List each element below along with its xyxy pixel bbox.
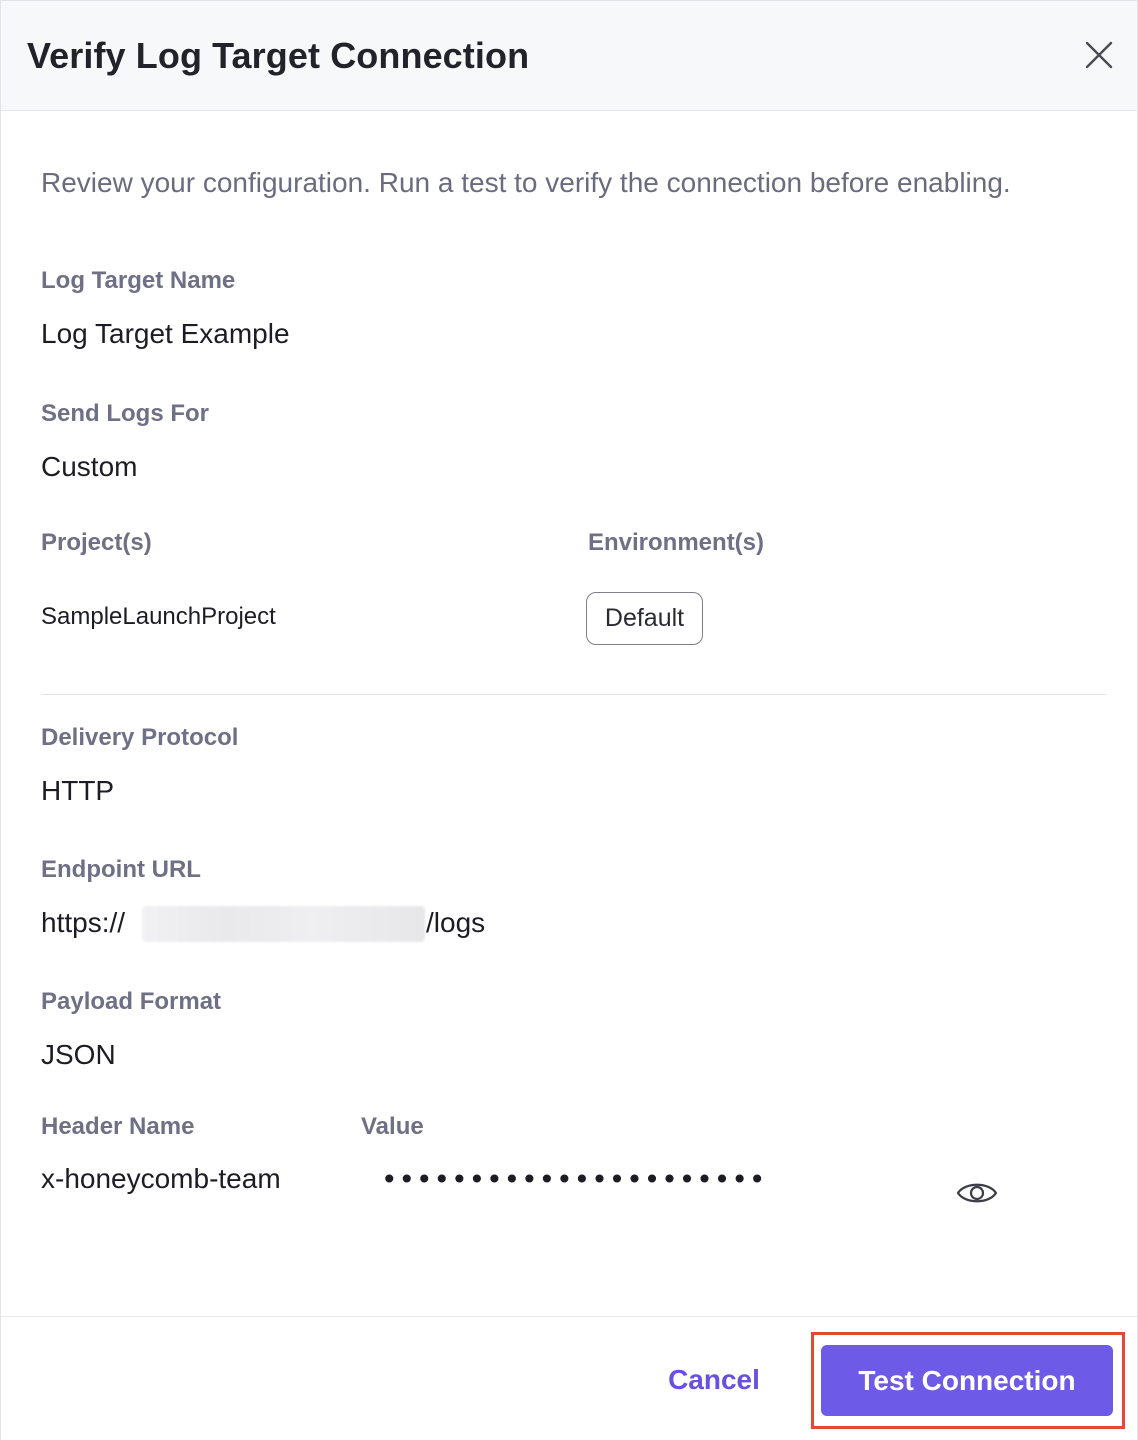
delivery-protocol-value: HTTP — [41, 775, 115, 806]
send-logs-for-value: Custom — [41, 451, 138, 482]
verify-log-target-dialog: Verify Log Target Connection Review your… — [0, 0, 1138, 1440]
test-connection-button[interactable]: Test Connection — [821, 1345, 1113, 1416]
endpoint-url-suffix: /logs — [426, 907, 486, 938]
payload-format-label: Payload Format — [41, 988, 222, 1015]
projects-label: Project(s) — [41, 529, 152, 556]
delivery-protocol-label: Delivery Protocol — [41, 724, 239, 751]
header-name-value: x-honeycomb-team — [41, 1163, 281, 1194]
header-value-label: Value — [361, 1113, 424, 1140]
payload-format-value: JSON — [41, 1039, 116, 1070]
log-target-name-label: Log Target Name — [41, 267, 236, 294]
projects-value: SampleLaunchProject — [41, 603, 276, 630]
close-button[interactable] — [1083, 39, 1115, 71]
reveal-value-button[interactable] — [956, 1177, 998, 1209]
send-logs-for-label: Send Logs For — [41, 400, 209, 427]
dialog-header: Verify Log Target Connection — [1, 1, 1137, 111]
endpoint-url-label: Endpoint URL — [41, 856, 201, 883]
environment-chip: Default — [586, 592, 703, 645]
dialog-intro: Review your configuration. Run a test to… — [41, 167, 1011, 198]
close-icon — [1085, 41, 1113, 69]
dialog-title: Verify Log Target Connection — [27, 35, 530, 76]
log-target-name-value: Log Target Example — [41, 318, 290, 349]
environments-label: Environment(s) — [588, 529, 765, 556]
section-divider — [41, 694, 1106, 695]
endpoint-url-redacted — [142, 906, 425, 942]
cancel-button[interactable]: Cancel — [651, 1349, 777, 1411]
header-value-masked: •••••••••••••••••••••• — [381, 1163, 767, 1196]
eye-icon — [956, 1183, 998, 1203]
header-name-label: Header Name — [41, 1113, 195, 1140]
endpoint-url-prefix: https:// — [41, 907, 126, 938]
